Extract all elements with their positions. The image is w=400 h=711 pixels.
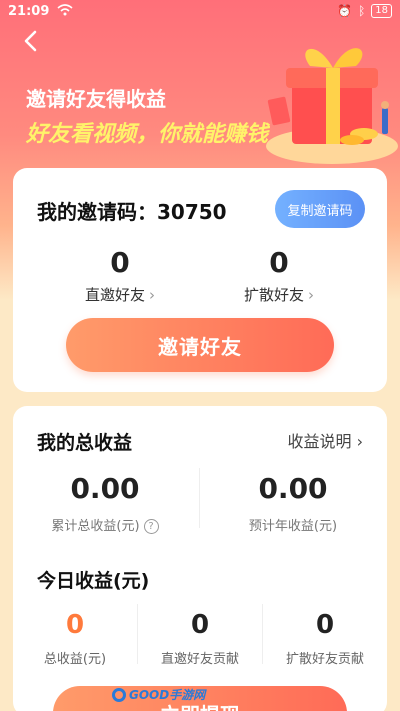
- cumulative-earnings-label: 累计总收益(元): [51, 519, 140, 534]
- back-button[interactable]: [18, 28, 44, 54]
- annual-earnings: 0.00 预计年收益(元): [203, 472, 383, 534]
- alarm-icon: ⏰: [337, 4, 353, 18]
- chevron-right-icon: ›: [356, 432, 363, 451]
- hero-subtitle: 好友看视频，你就能赚钱: [26, 122, 269, 147]
- invite-code-label: 我的邀请码：: [37, 200, 157, 224]
- today-earnings-title: 今日收益(元): [37, 570, 150, 592]
- annual-earnings-value: 0.00: [258, 472, 328, 505]
- invite-code-value: 30750: [157, 200, 227, 224]
- direct-friends-stat[interactable]: 0 直邀好友 ›: [45, 246, 195, 305]
- earnings-explain-link[interactable]: 收益说明 ›: [287, 428, 363, 452]
- bluetooth-icon: ᛒ: [358, 4, 366, 18]
- today-direct: 0 直邀好友贡献: [138, 610, 262, 667]
- total-earnings-title: 我的总收益: [37, 432, 133, 454]
- today-total-label: 总收益(元): [43, 652, 107, 667]
- direct-friends-label: 直邀好友: [84, 286, 145, 304]
- hero-title: 邀请好友得收益: [26, 87, 166, 111]
- chevron-right-icon: ›: [308, 286, 314, 304]
- chevron-right-icon: ›: [149, 286, 155, 304]
- watermark-text: GOOD手游网: [129, 688, 206, 702]
- battery-icon: 18: [371, 4, 392, 18]
- earnings-card: 我的总收益 收益说明 › 0.00 累计总收益(元)? 0.00 预计年收益(元…: [13, 406, 387, 711]
- invite-code: 我的邀请码：30750: [37, 196, 227, 225]
- wifi-icon: [57, 3, 73, 19]
- chevron-left-icon: [24, 30, 37, 52]
- divider: [199, 468, 200, 528]
- today-direct-label: 直邀好友贡献: [160, 652, 239, 667]
- earnings-explain-label: 收益说明: [287, 432, 352, 451]
- watermark-logo: GOOD手游网: [112, 686, 205, 703]
- status-bar: 21:09 ⏰ ᛒ 18: [0, 0, 400, 22]
- help-icon[interactable]: ?: [143, 519, 159, 534]
- today-spread-label: 扩散好友贡献: [285, 652, 364, 667]
- today-direct-value: 0: [190, 610, 210, 640]
- today-total: 0 总收益(元): [13, 610, 137, 667]
- spread-friends-count: 0: [269, 246, 289, 279]
- invite-card: 我的邀请码：30750 复制邀请码 0 直邀好友 › 0 扩散好友 › 邀请好友: [13, 168, 387, 392]
- cumulative-earnings-value: 0.00: [70, 472, 140, 505]
- today-total-value: 0: [65, 610, 85, 640]
- cumulative-earnings: 0.00 累计总收益(元)?: [15, 472, 195, 534]
- annual-earnings-label: 预计年收益(元): [248, 519, 338, 534]
- direct-friends-count: 0: [110, 246, 130, 279]
- today-spread-value: 0: [315, 610, 335, 640]
- today-spread: 0 扩散好友贡献: [263, 610, 387, 667]
- invite-friends-button[interactable]: 邀请好友: [66, 318, 334, 372]
- spread-friends-label: 扩散好友: [243, 286, 304, 304]
- watermark-ring-icon: [112, 687, 126, 702]
- copy-code-button[interactable]: 复制邀请码: [275, 190, 365, 228]
- gift-box-icon: [266, 48, 398, 164]
- spread-friends-stat[interactable]: 0 扩散好友 ›: [204, 246, 354, 305]
- status-time: 21:09: [8, 3, 50, 19]
